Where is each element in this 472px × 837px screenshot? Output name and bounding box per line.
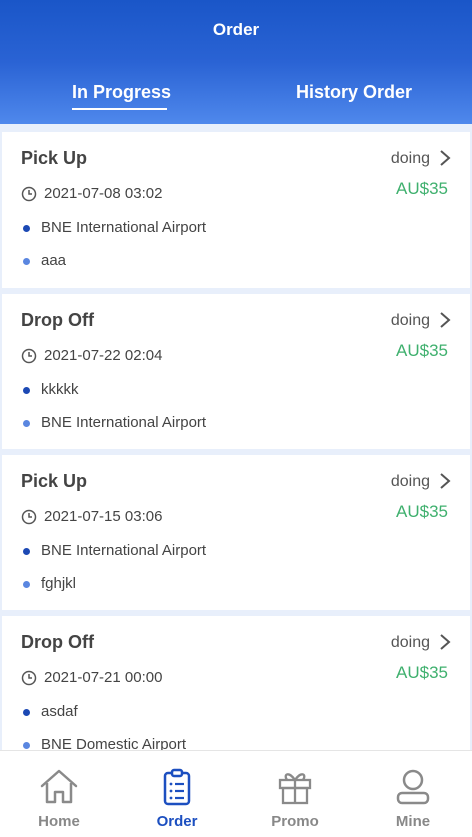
tabbar-label: Home <box>38 813 80 830</box>
order-type: Drop Off <box>21 310 94 330</box>
origin-location: BNE International Airport <box>41 542 207 559</box>
order-datetime: 2021-07-15 03:06 <box>44 508 163 525</box>
order-type: Pick Up <box>21 471 88 491</box>
order-datetime: 2021-07-21 00:00 <box>44 669 163 686</box>
origin-dot-icon <box>23 387 30 394</box>
order-status: doing <box>390 473 430 490</box>
bottom-tab-bar: Home Order Promo Mine <box>0 750 472 837</box>
origin-location: BNE International Airport <box>41 219 207 236</box>
destination-location: aaa <box>41 252 67 269</box>
gift-icon <box>278 773 312 805</box>
order-status: doing <box>390 150 430 167</box>
destination-location: fghjkl <box>41 575 77 592</box>
destination-dot-icon <box>23 258 30 265</box>
chevron-right-icon <box>440 634 451 650</box>
tab-in-progress[interactable]: In Progress <box>72 82 171 103</box>
user-icon <box>396 769 430 805</box>
clock-icon <box>21 348 37 364</box>
tabbar-label: Promo <box>271 813 319 830</box>
destination-location: BNE Domestic Airport <box>41 736 187 750</box>
tabbar-label: Order <box>156 813 198 830</box>
tabbar-item-promo[interactable]: Promo <box>236 751 354 837</box>
destination-dot-icon <box>23 742 30 749</box>
origin-dot-icon <box>23 709 30 716</box>
order-price: AU$35 <box>396 663 448 682</box>
order-card[interactable]: Drop Off doing AU$35 2021-07-22 02:04 kk… <box>2 294 470 449</box>
active-tab-underline <box>72 108 167 110</box>
destination-location: BNE International Airport <box>41 414 207 431</box>
order-datetime: 2021-07-22 02:04 <box>44 347 163 364</box>
chevron-right-icon <box>440 312 451 328</box>
destination-dot-icon <box>23 420 30 427</box>
clock-icon <box>21 186 37 202</box>
origin-location: asdaf <box>41 703 78 720</box>
order-price: AU$35 <box>396 341 448 360</box>
order-price: AU$35 <box>396 179 448 198</box>
order-card[interactable]: Drop Off doing AU$35 2021-07-21 00:00 as… <box>2 616 470 750</box>
tabbar-item-home[interactable]: Home <box>0 751 118 837</box>
origin-dot-icon <box>23 225 30 232</box>
origin-location: kkkkk <box>41 381 79 398</box>
clock-icon <box>21 509 37 525</box>
order-status: doing <box>390 634 430 651</box>
tab-history-order[interactable]: History Order <box>296 82 412 103</box>
header: Order In Progress History Order <box>0 0 472 124</box>
clock-icon <box>21 670 37 686</box>
order-type: Drop Off <box>21 632 94 652</box>
order-card[interactable]: Pick Up doing AU$35 2021-07-08 03:02 BNE… <box>2 132 470 288</box>
chevron-right-icon <box>440 150 451 166</box>
tabbar-item-order[interactable]: Order <box>118 751 236 837</box>
tabbar-item-mine[interactable]: Mine <box>354 751 472 837</box>
order-type: Pick Up <box>21 148 88 168</box>
order-datetime: 2021-07-08 03:02 <box>44 185 163 202</box>
order-status: doing <box>390 312 430 329</box>
origin-dot-icon <box>23 548 30 555</box>
order-list[interactable]: Pick Up doing AU$35 2021-07-08 03:02 BNE… <box>0 124 472 750</box>
order-price: AU$35 <box>396 502 448 521</box>
page-title: Order <box>212 20 260 39</box>
destination-dot-icon <box>23 581 30 588</box>
order-card[interactable]: Pick Up doing AU$35 2021-07-15 03:06 BNE… <box>2 455 470 610</box>
clipboard-icon <box>163 768 191 806</box>
chevron-right-icon <box>440 473 451 489</box>
home-icon <box>40 769 78 804</box>
tabbar-label: Mine <box>395 813 431 830</box>
